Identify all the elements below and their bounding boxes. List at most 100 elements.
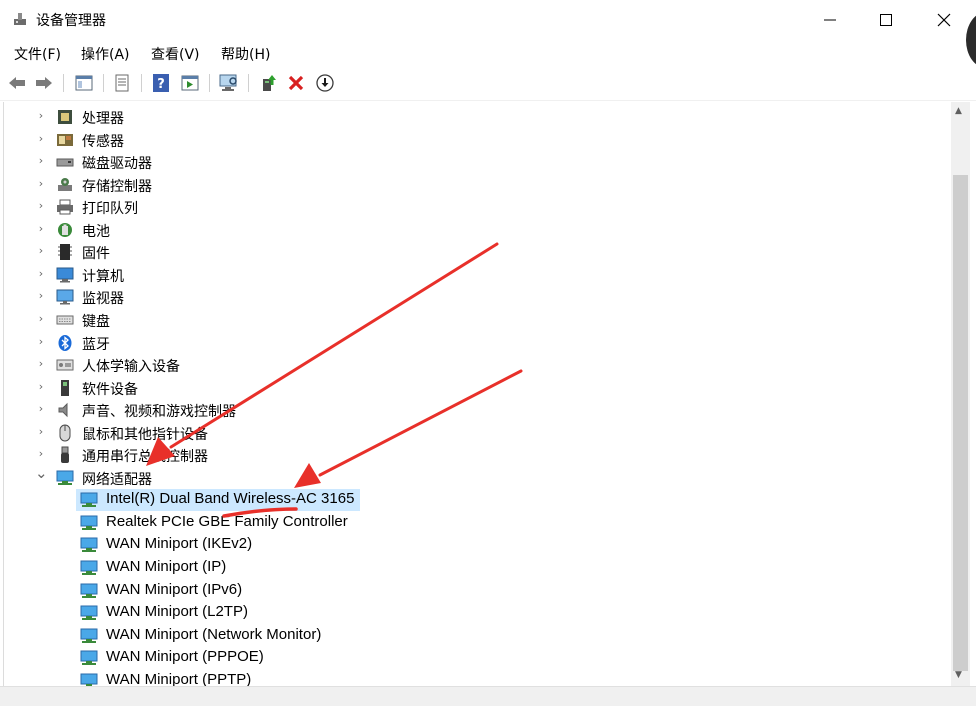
- tree-device-row[interactable]: WAN Miniport (IP): [4, 557, 404, 579]
- minimize-button[interactable]: [818, 8, 842, 32]
- window-title: 设备管理器: [36, 13, 106, 29]
- tree-device-label: WAN Miniport (L2TP): [106, 603, 248, 621]
- tree-category-label: 磁盘驱动器: [82, 156, 152, 173]
- tree-category-label: 人体学输入设备: [82, 359, 180, 376]
- title-bar: 设备管理器: [0, 0, 976, 68]
- back-arrow-icon[interactable]: [6, 72, 28, 94]
- menu-file[interactable]: 文件(F): [14, 44, 61, 64]
- tree-category-label: 监视器: [82, 291, 124, 308]
- tree-category-label: 打印队列: [82, 201, 138, 218]
- chevron-right-icon[interactable]: ›: [35, 312, 47, 326]
- network-adapter-icon: [80, 559, 98, 577]
- menu-help[interactable]: 帮助(H): [221, 44, 270, 64]
- tree-category-row[interactable]: › 蓝牙: [4, 332, 304, 354]
- close-button[interactable]: [932, 8, 956, 32]
- status-bar: [0, 706, 976, 715]
- uninstall-device-icon[interactable]: [285, 72, 307, 94]
- chevron-right-icon[interactable]: ›: [35, 402, 47, 416]
- chevron-right-icon[interactable]: ›: [35, 289, 47, 303]
- chevron-down-icon[interactable]: ⌄: [35, 465, 48, 480]
- sensor-icon: [56, 131, 74, 149]
- chevron-right-icon[interactable]: ›: [35, 177, 47, 191]
- scan-hardware-icon[interactable]: [218, 72, 240, 94]
- processor-icon: [56, 108, 74, 126]
- tree-category-row[interactable]: › 计算机: [4, 264, 304, 286]
- chevron-right-icon[interactable]: ›: [35, 357, 47, 371]
- tree-device-row[interactable]: WAN Miniport (PPPOE): [4, 647, 404, 669]
- tree-device-label: WAN Miniport (PPPOE): [106, 648, 264, 666]
- menu-view[interactable]: 查看(V): [151, 44, 200, 64]
- usb-icon: [56, 446, 74, 464]
- network-adapter-icon: [80, 627, 98, 645]
- tree-device-row[interactable]: WAN Miniport (L2TP): [4, 602, 404, 624]
- chevron-right-icon[interactable]: ›: [35, 109, 47, 123]
- network-adapter-icon: [80, 536, 98, 554]
- tree-category-row[interactable]: › 存储控制器: [4, 174, 304, 196]
- scroll-up-arrow-icon[interactable]: ▲: [955, 106, 962, 116]
- audio-icon: [56, 401, 74, 419]
- tree-device-row[interactable]: WAN Miniport (PPTP): [4, 670, 404, 686]
- chevron-right-icon[interactable]: ›: [35, 335, 47, 349]
- tree-device-label: Intel(R) Dual Band Wireless-AC 3165: [106, 490, 355, 508]
- printer-icon: [56, 198, 74, 216]
- network-adapter-icon: [80, 491, 98, 509]
- tree-category-row[interactable]: › 人体学输入设备: [4, 354, 304, 376]
- keyboard-icon: [56, 311, 74, 329]
- tree-category-row[interactable]: › 键盘: [4, 309, 304, 331]
- menu-action[interactable]: 操作(A): [81, 44, 130, 64]
- forward-arrow-icon[interactable]: [33, 72, 55, 94]
- chevron-right-icon[interactable]: ›: [35, 447, 47, 461]
- chevron-right-icon[interactable]: ›: [35, 425, 47, 439]
- help-icon[interactable]: ?: [150, 72, 172, 94]
- vertical-scroll-thumb[interactable]: [953, 175, 968, 671]
- bluetooth-icon: [56, 334, 74, 352]
- chevron-right-icon[interactable]: ›: [35, 380, 47, 394]
- maximize-button[interactable]: [874, 8, 898, 32]
- tree-category-row[interactable]: › 通用串行总线控制器: [4, 444, 304, 466]
- svg-text:?: ?: [157, 77, 165, 92]
- device-tree[interactable]: › 处理器 › 传感器 › 磁盘驱动器 › 存储控制器 › 打印队列 › 电池 › 固件 › 计算机 › 监视器 ›…: [3, 102, 952, 686]
- chevron-right-icon[interactable]: ›: [35, 222, 47, 236]
- update-driver-icon[interactable]: [257, 72, 279, 94]
- network-adapter-icon: [80, 649, 98, 667]
- tree-category-label: 蓝牙: [82, 336, 110, 353]
- software-device-icon: [56, 379, 74, 397]
- network-adapter-icon: [56, 469, 74, 487]
- scroll-down-arrow-icon[interactable]: ▼: [955, 670, 962, 680]
- tree-category-row[interactable]: › 打印队列: [4, 196, 304, 218]
- show-hide-console-tree-icon[interactable]: [73, 72, 95, 94]
- tree-device-label: Realtek PCIe GBE Family Controller: [106, 512, 348, 530]
- tree-device-row[interactable]: WAN Miniport (Network Monitor): [4, 625, 404, 647]
- toolbar: ?: [0, 66, 976, 101]
- chevron-right-icon[interactable]: ›: [35, 199, 47, 213]
- battery-icon: [56, 221, 74, 239]
- tree-category-row[interactable]: › 电池: [4, 219, 304, 241]
- action-pane-icon[interactable]: [179, 72, 201, 94]
- tree-device-label: WAN Miniport (PPTP): [106, 670, 252, 686]
- chevron-right-icon[interactable]: ›: [35, 267, 47, 281]
- hid-icon: [56, 356, 74, 374]
- tree-category-row[interactable]: › 处理器: [4, 106, 304, 128]
- tree-category-row[interactable]: ⌄ 网络适配器: [4, 465, 304, 489]
- horizontal-scrollbar[interactable]: [0, 686, 976, 707]
- disable-device-icon[interactable]: [314, 72, 336, 94]
- chevron-right-icon[interactable]: ›: [35, 244, 47, 258]
- vertical-scrollbar[interactable]: ▲ ▼: [951, 102, 970, 686]
- properties-icon[interactable]: [111, 72, 133, 94]
- tree-device-row[interactable]: Realtek PCIe GBE Family Controller: [4, 512, 404, 534]
- chevron-right-icon[interactable]: ›: [35, 154, 47, 168]
- tree-device-row[interactable]: Intel(R) Dual Band Wireless-AC 3165: [76, 489, 360, 512]
- network-adapter-icon: [80, 582, 98, 600]
- tree-category-row[interactable]: › 软件设备: [4, 377, 304, 399]
- tree-device-row[interactable]: WAN Miniport (IPv6): [4, 580, 404, 602]
- chevron-right-icon[interactable]: ›: [35, 132, 47, 146]
- tree-category-row[interactable]: › 固件: [4, 241, 304, 263]
- tree-device-row[interactable]: WAN Miniport (IKEv2): [4, 534, 404, 556]
- tree-category-row[interactable]: › 声音、视频和游戏控制器: [4, 399, 304, 421]
- tree-category-row[interactable]: › 鼠标和其他指针设备: [4, 422, 304, 444]
- tree-category-row[interactable]: › 监视器: [4, 286, 304, 308]
- tree-category-row[interactable]: › 磁盘驱动器: [4, 151, 304, 173]
- tree-category-row[interactable]: › 传感器: [4, 129, 304, 151]
- tree-category-label: 通用串行总线控制器: [82, 449, 208, 466]
- tree-device-label: WAN Miniport (IKEv2): [106, 535, 253, 553]
